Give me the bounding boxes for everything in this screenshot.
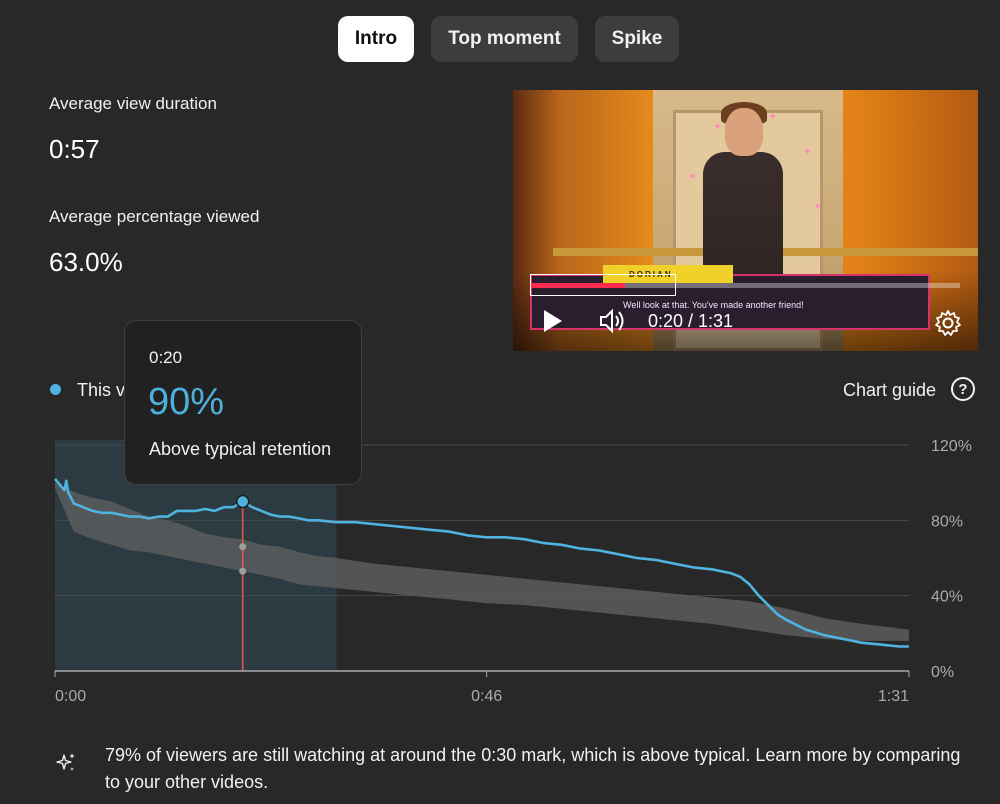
avg-percentage-viewed-value: 63.0%	[49, 247, 123, 277]
tooltip-time: 0:20	[149, 348, 183, 367]
typical-marker-point	[239, 567, 247, 575]
sparkle-decoration: ✦	[803, 146, 813, 158]
y-tick-label: 0%	[931, 664, 954, 681]
typical-marker-point	[239, 543, 247, 551]
retention-marker-point	[235, 494, 250, 509]
play-icon[interactable]	[541, 308, 565, 339]
insight-text: 79% of viewers are still watching at aro…	[105, 745, 961, 792]
video-preview[interactable]: ✦ ✦ ✦ ✦ ✦ DORIAN Well look at that. You'…	[513, 90, 978, 351]
x-tick-label: 0:00	[55, 688, 86, 705]
gear-icon[interactable]	[934, 309, 962, 342]
y-tick-label: 40%	[931, 589, 963, 606]
video-time-display: 0:20 / 1:31	[648, 311, 734, 331]
tooltip-value: 90%	[148, 381, 225, 423]
x-tick-label: 1:31	[878, 688, 909, 705]
sparkle-icon	[55, 752, 77, 779]
tab-bar: Intro Top moment Spike	[0, 16, 1000, 62]
sparkle-decoration: ✦	[688, 171, 698, 183]
y-tick-label: 80%	[931, 513, 963, 530]
chart-guide-link[interactable]: Chart guide	[843, 380, 936, 401]
sparkle-decoration: ✦	[713, 121, 723, 133]
avg-percentage-viewed-label: Average percentage viewed	[49, 207, 260, 226]
volume-icon[interactable]	[598, 308, 626, 339]
sparkle-decoration: ✦	[768, 111, 778, 123]
tab-spike[interactable]: Spike	[595, 16, 679, 62]
video-dialog-text: Well look at that. You've made another f…	[623, 300, 804, 310]
tab-intro[interactable]: Intro	[338, 16, 414, 62]
video-character-head	[725, 108, 763, 156]
tooltip-description: Above typical retention	[149, 439, 332, 459]
help-icon[interactable]: ?	[951, 377, 975, 401]
sparkle-decoration: ✦	[813, 201, 823, 213]
legend-series-label: This v	[77, 380, 126, 400]
y-tick-label: 120%	[931, 438, 972, 455]
avg-view-duration-value: 0:57	[49, 134, 100, 164]
tab-top-moment[interactable]: Top moment	[431, 16, 578, 62]
legend-series-dot	[50, 384, 61, 395]
video-scrub-preview	[530, 274, 676, 296]
retention-tooltip: 0:20 90% Above typical retention	[124, 320, 362, 485]
x-tick-label: 0:46	[471, 688, 502, 705]
avg-view-duration-label: Average view duration	[49, 94, 217, 113]
